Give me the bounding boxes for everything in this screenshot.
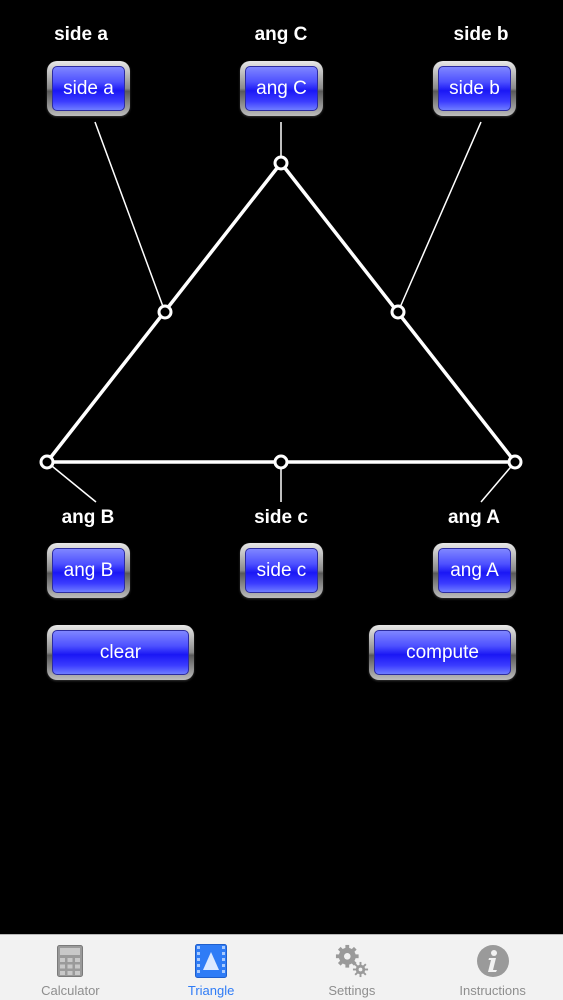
tab-settings[interactable]: Settings xyxy=(282,935,423,1000)
tab-instructions[interactable]: Instructions xyxy=(422,935,563,1000)
triangle-shape xyxy=(43,160,519,464)
side-c-button-label: side c xyxy=(245,548,318,593)
label-side-b: side b xyxy=(453,24,509,45)
calculator-icon xyxy=(53,943,87,979)
ang-a-button-label: ang A xyxy=(438,548,511,593)
leader-ang-b xyxy=(46,461,97,503)
side-a-marker xyxy=(157,304,173,320)
clear-button[interactable]: clear xyxy=(47,625,194,680)
ang-a-button[interactable]: ang A xyxy=(433,543,516,598)
leader-side-b xyxy=(397,121,482,313)
label-side-a: side a xyxy=(54,24,108,45)
compute-button-label: compute xyxy=(374,630,511,675)
side-c-marker xyxy=(273,454,289,470)
side-b-marker xyxy=(390,304,406,320)
ang-b-button[interactable]: ang B xyxy=(47,543,130,598)
tab-settings-label: Settings xyxy=(328,983,376,998)
tab-triangle[interactable]: Triangle xyxy=(141,935,282,1000)
label-ang-a: ang A xyxy=(447,507,501,528)
leader-ang-a xyxy=(480,461,516,503)
side-b-button[interactable]: side b xyxy=(433,61,516,116)
label-ang-c: ang C xyxy=(254,24,308,45)
triangle-icon xyxy=(194,943,228,979)
clear-button-label: clear xyxy=(52,630,189,675)
tab-calculator[interactable]: Calculator xyxy=(0,935,141,1000)
side-a-button-label: side a xyxy=(52,66,125,111)
vertex-b-marker xyxy=(39,454,55,470)
label-ang-b: ang B xyxy=(61,507,115,528)
leader-side-a xyxy=(94,121,166,313)
tab-bar: Calculator Triangle Settings Instruction… xyxy=(0,934,563,1000)
side-c-button[interactable]: side c xyxy=(240,543,323,598)
tab-calculator-label: Calculator xyxy=(41,983,100,998)
tab-instructions-label: Instructions xyxy=(459,983,526,998)
gear-icon xyxy=(335,943,369,979)
tab-triangle-label: Triangle xyxy=(187,983,235,998)
triangle-diagram xyxy=(39,121,523,503)
side-a-button[interactable]: side a xyxy=(47,61,130,116)
ang-b-button-label: ang B xyxy=(52,548,125,593)
info-icon xyxy=(476,943,510,979)
ang-c-button-label: ang C xyxy=(245,66,318,111)
label-side-c: side c xyxy=(254,507,308,528)
vertex-c-marker xyxy=(273,155,289,171)
compute-button[interactable]: compute xyxy=(369,625,516,680)
side-b-button-label: side b xyxy=(438,66,511,111)
vertex-a-marker xyxy=(507,454,523,470)
ang-c-button[interactable]: ang C xyxy=(240,61,323,116)
